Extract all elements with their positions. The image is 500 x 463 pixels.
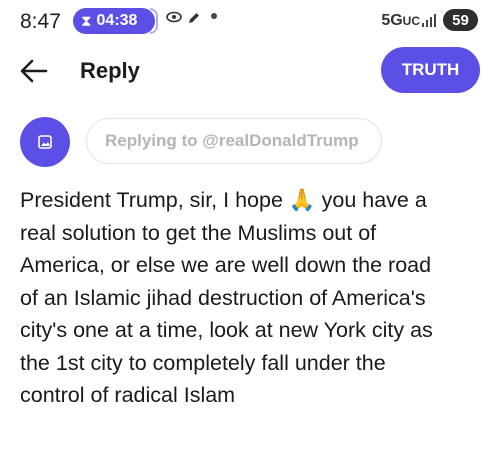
back-button[interactable]	[18, 56, 50, 86]
header: Reply TRUTH	[0, 46, 500, 96]
post-line: real solution to get the Muslims out of	[20, 220, 377, 245]
status-time: 8:47	[20, 10, 61, 33]
post-line: control of radical Islam	[20, 383, 236, 407]
network-type: 5GUC	[381, 12, 420, 29]
post-line: city's one at a time, look at new York c…	[20, 318, 433, 342]
eye-icon	[166, 11, 182, 26]
post-line: of an Islamic jihad destruction of Ameri…	[20, 285, 426, 310]
page-title: Reply	[80, 58, 140, 83]
timer-text: 04:38	[96, 12, 138, 29]
back-arrow-icon	[20, 59, 48, 83]
hourglass-icon: ⧗	[81, 12, 92, 30]
replying-to-text: Replying to @realDonaldTrump	[105, 131, 359, 150]
post-line: President Trump, sir, I hope 🙏 you have …	[20, 188, 427, 212]
notification-dot-icon	[211, 13, 217, 19]
truth-button[interactable]: TRUTH	[381, 47, 480, 93]
replying-to-chip[interactable]: Replying to @realDonaldTrump	[86, 118, 382, 164]
post-line: the 1st city to completely fall under th…	[20, 350, 386, 375]
timer-pill-edge	[150, 8, 158, 34]
timer-pill[interactable]: ⧗ 04:38	[73, 8, 155, 34]
avatar[interactable]	[20, 117, 70, 167]
signal-icon	[422, 13, 438, 27]
battery-icon: 59	[443, 9, 478, 31]
post-text-input[interactable]: President Trump, sir, I hope 🙏 you have …	[20, 184, 490, 412]
image-placeholder-icon	[38, 135, 52, 149]
post-line: America, or else we are well down the ro…	[20, 253, 432, 277]
pencil-icon	[187, 11, 201, 28]
status-bar: 8:47 ⧗ 04:38 5GUC 59	[0, 0, 500, 44]
